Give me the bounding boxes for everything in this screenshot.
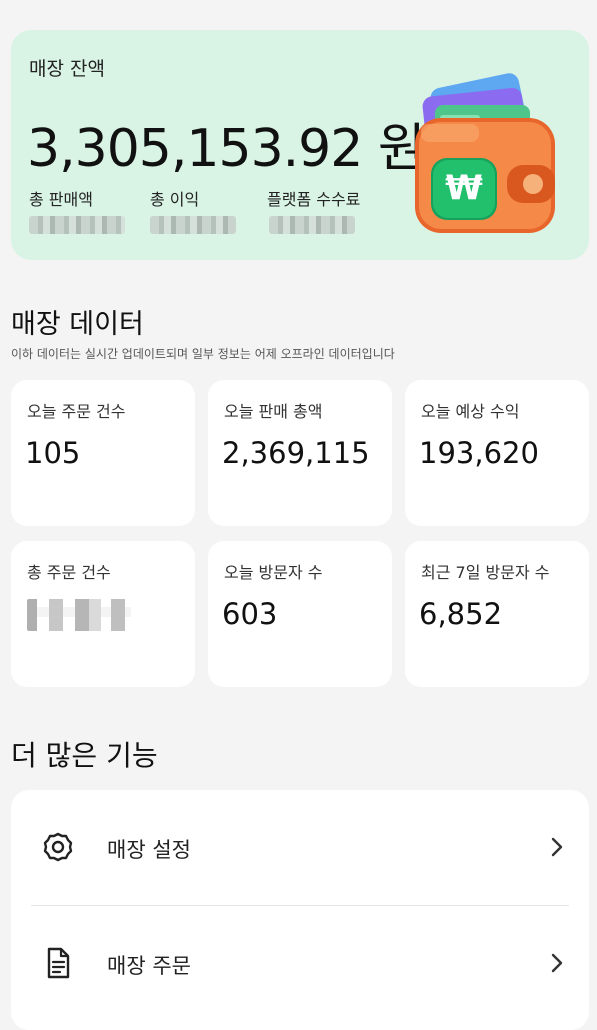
stat-card-7day-visitors[interactable]: 최근 7일 방문자 수 6,852 [405, 541, 589, 687]
menu-item-label: 매장 설정 [107, 838, 191, 862]
stat-value: 193,620 [419, 436, 539, 470]
document-icon [47, 947, 70, 979]
stat-label: 오늘 방문자 수 [224, 563, 323, 582]
gear-icon [43, 832, 73, 862]
total-sales-label: 총 판매액 [29, 190, 93, 209]
wallet-icon: ₩ [415, 73, 555, 233]
stat-card-today-sales[interactable]: 오늘 판매 총액 2,369,115 [208, 380, 392, 526]
stat-label: 오늘 판매 총액 [224, 402, 323, 421]
store-data-title: 매장 데이터 [11, 309, 144, 340]
total-profit-label: 총 이익 [150, 190, 200, 209]
balance-amount: 3,305,153.92 원 [27, 119, 426, 179]
stat-label: 오늘 예상 수익 [421, 402, 520, 421]
total-profit-value-redacted [150, 216, 236, 234]
chevron-right-icon [551, 837, 563, 857]
stat-label: 총 주문 건수 [27, 563, 111, 582]
stat-label: 최근 7일 방문자 수 [421, 563, 550, 582]
stat-value: 2,369,115 [222, 436, 370, 470]
stat-card-today-visitors[interactable]: 오늘 방문자 수 603 [208, 541, 392, 687]
balance-title: 매장 잔액 [29, 58, 105, 80]
menu-item-store-settings[interactable]: 매장 설정 [11, 792, 589, 902]
stat-value: 105 [25, 436, 81, 470]
stat-value: 6,852 [419, 597, 503, 631]
platform-fee-label: 플랫폼 수수료 [267, 190, 361, 209]
svg-text:₩: ₩ [445, 168, 483, 208]
menu-item-label: 매장 주문 [107, 954, 191, 978]
menu-item-store-orders[interactable]: 매장 주문 [11, 908, 589, 1018]
store-data-subtitle: 이하 데이터는 실시간 업데이트되며 일부 정보는 어제 오프라인 데이터입니다 [11, 347, 395, 361]
balance-card: 매장 잔액 3,305,153.92 원 총 판매액 총 이익 플랫폼 수수료 … [11, 30, 589, 260]
platform-fee-value-redacted [269, 216, 355, 234]
divider [31, 905, 569, 906]
stat-card-today-expected-profit[interactable]: 오늘 예상 수익 193,620 [405, 380, 589, 526]
total-orders-value-redacted [27, 599, 131, 631]
stat-value: 603 [222, 597, 278, 631]
stat-card-total-orders[interactable]: 총 주문 건수 [11, 541, 195, 687]
stat-label: 오늘 주문 건수 [27, 402, 126, 421]
more-features-title: 더 많은 기능 [11, 739, 158, 772]
chevron-right-icon [551, 953, 563, 973]
more-features-card: 매장 설정 매장 주문 [11, 790, 589, 1030]
total-sales-value-redacted [29, 216, 125, 234]
stat-card-today-orders[interactable]: 오늘 주문 건수 105 [11, 380, 195, 526]
